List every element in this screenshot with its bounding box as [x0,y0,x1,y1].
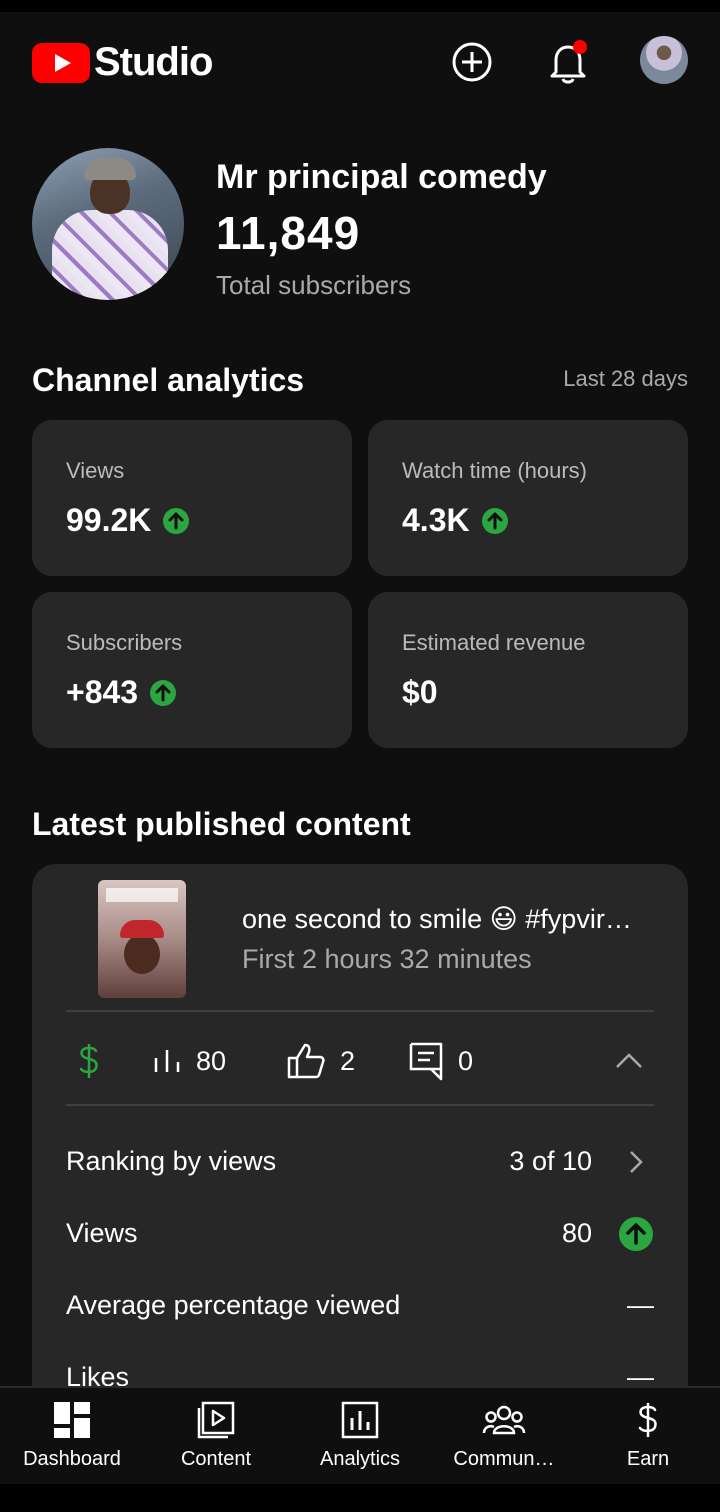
bar-chart-icon [154,1050,180,1072]
nav-label: Earn [626,1448,670,1470]
video-title[interactable]: one second to smile 😃 #fypvir… [242,904,652,935]
nav-label: Commun… [453,1448,555,1470]
arrow-up-icon [163,507,190,534]
account-button[interactable] [638,34,690,86]
row-label: Ranking by views [66,1146,277,1176]
card-value: +843 [66,674,177,711]
subscribers-card[interactable]: Subscribers +843 [32,592,352,748]
subscriber-label: Total subscribers [216,270,412,300]
video-subtitle: First 2 hours 32 minutes [242,944,532,974]
video-stats: 80 2 0 [66,1030,654,1092]
arrow-up-icon [618,1216,654,1252]
row-label: Views [66,1218,138,1248]
youtube-logo-icon [32,42,90,83]
nav-community[interactable]: Commun… [432,1388,576,1486]
studio-logo[interactable]: Studio [32,40,213,85]
plus-circle-icon [452,42,492,82]
avg-percentage-row: Average percentage viewed — [66,1280,654,1330]
views-count: 80 [196,1045,227,1076]
card-label: Views [66,458,125,483]
monetization-status[interactable] [76,1030,116,1092]
arrow-up-icon [150,679,177,706]
channel-summary: Mr principal comedy 11,849 Total subscri… [32,148,688,300]
comment-icon [409,1042,443,1081]
subscriber-count: 11,849 [216,207,361,259]
status-bar [0,0,720,12]
latest-content-card: one second to smile 😃 #fypvir… First 2 h… [32,864,688,1424]
likes-count: 2 [340,1045,356,1076]
chevron-up-icon [616,1053,642,1068]
notification-dot [573,40,587,54]
content-icon [197,1401,235,1439]
row-value: 3 of 10 [509,1146,592,1176]
notifications-button[interactable] [542,36,594,88]
card-value: $0 [402,674,438,711]
row-value: — [627,1290,654,1320]
nav-analytics[interactable]: Analytics [288,1388,432,1486]
community-icon [482,1405,526,1435]
revenue-card[interactable]: Estimated revenue $0 [368,592,688,748]
app-header: Studio [0,12,720,112]
chevron-right-icon [618,1144,654,1180]
card-label: Estimated revenue [402,630,586,655]
channel-avatar [32,148,184,300]
subscribers-value: +843 [66,674,139,710]
likes-stat: 2 [286,1030,355,1092]
row-label: Average percentage viewed [66,1290,401,1320]
card-label: Watch time (hours) [402,458,588,483]
row-value: 80 [561,1218,592,1248]
card-label: Subscribers [66,630,183,655]
card-value: 4.3K [402,502,508,539]
nav-dashboard[interactable]: Dashboard [0,1388,144,1486]
avatar [640,36,688,84]
divider [66,1010,654,1012]
thumbs-up-icon [287,1043,325,1079]
system-navigation-bar [0,1484,720,1512]
create-button[interactable] [446,36,498,88]
watch-time-card[interactable]: Watch time (hours) 4.3K [368,420,688,576]
analytics-icon [341,1401,379,1439]
nav-label: Dashboard [23,1448,121,1470]
channel-analytics-title: Channel analytics [32,362,305,398]
video-thumbnail[interactable] [98,880,186,998]
card-value: 99.2K [66,502,190,539]
collapse-button[interactable] [614,1030,658,1092]
dashboard-icon [54,1402,90,1438]
bell-icon [550,40,587,84]
views-value: 99.2K [66,502,152,538]
revenue-value: $0 [402,674,438,710]
arrow-up-icon [481,507,508,534]
comments-count: 0 [458,1045,474,1076]
views-row: Views 80 [66,1208,654,1258]
divider [66,1104,654,1106]
nav-content[interactable]: Content [144,1388,288,1486]
bottom-navigation: Dashboard Content Analytics Commun… Earn [0,1386,720,1486]
channel-name: Mr principal comedy [216,158,547,196]
nav-label: Analytics [319,1448,401,1470]
latest-content-title: Latest published content [32,806,411,842]
studio-wordmark: Studio [94,40,213,84]
watch-time-value: 4.3K [402,502,470,538]
comments-stat: 0 [408,1030,473,1092]
nav-label: Content [180,1448,252,1470]
dollar-icon [79,1044,98,1078]
analytics-period: Last 28 days [563,366,688,391]
dollar-icon [638,1403,657,1437]
nav-earn[interactable]: Earn [576,1388,720,1486]
ranking-row[interactable]: Ranking by views 3 of 10 [66,1136,654,1186]
views-card[interactable]: Views 99.2K [32,420,352,576]
views-stat: 80 [152,1030,226,1092]
